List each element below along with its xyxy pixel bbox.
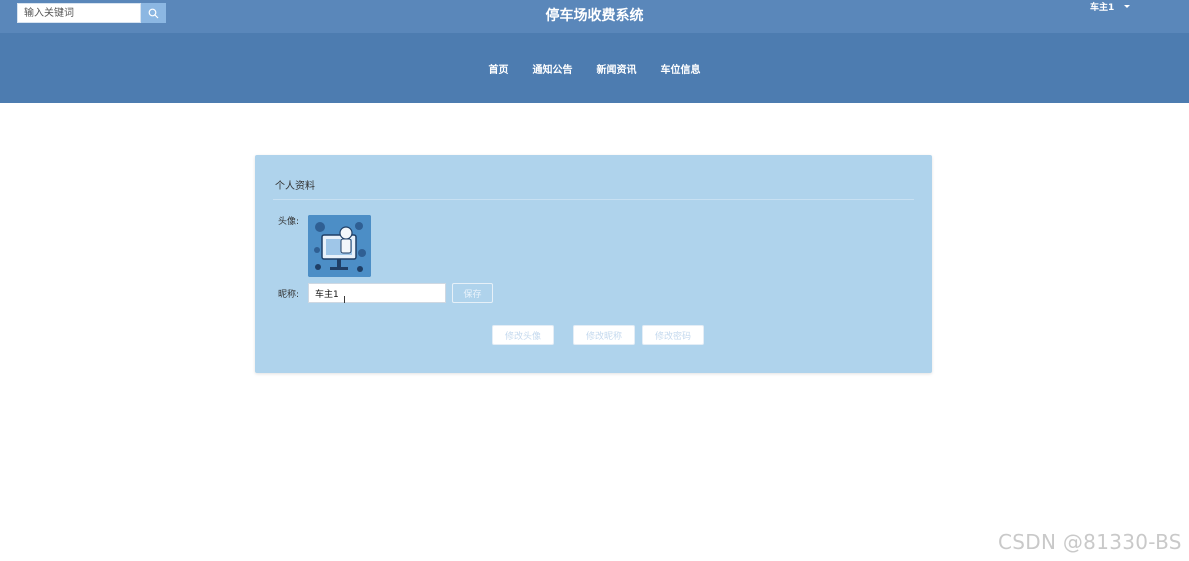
nav-item-parking-info[interactable]: 车位信息 (661, 61, 701, 76)
nickname-label: 昵称: (278, 290, 300, 300)
profile-card: 个人资料 头像: 昵称: I 保存 修改头像 修改昵称 修改密码 (255, 155, 932, 373)
watermark: CSDN @81330-BS (998, 530, 1182, 554)
change-password-button[interactable]: 修改密码 (642, 325, 704, 345)
caret-down-icon (1124, 4, 1131, 8)
avatar-image-icon (308, 215, 371, 277)
nav-item-notices[interactable]: 通知公告 (533, 61, 573, 76)
nav-item-news[interactable]: 新闻资讯 (597, 61, 637, 76)
avatar (308, 215, 371, 277)
avatar-label: 头像: (278, 217, 300, 227)
change-nickname-button[interactable]: 修改昵称 (573, 325, 635, 345)
site-title: 停车场收费系统 (545, 8, 644, 24)
nickname-input[interactable] (308, 283, 446, 303)
save-button[interactable]: 保存 (452, 283, 493, 303)
change-avatar-button[interactable]: 修改头像 (492, 325, 554, 345)
user-menu[interactable]: 车主1 (1090, 0, 1131, 13)
top-bar: 停车场收费系统 车主1 (0, 0, 1189, 33)
divider (273, 199, 914, 200)
profile-title: 个人资料 (275, 181, 315, 192)
text-cursor-icon: I (343, 295, 346, 306)
nav-item-home[interactable]: 首页 (489, 61, 509, 76)
user-name: 车主1 (1090, 2, 1115, 13)
main-nav: 首页 通知公告 新闻资讯 车位信息 (0, 33, 1189, 103)
